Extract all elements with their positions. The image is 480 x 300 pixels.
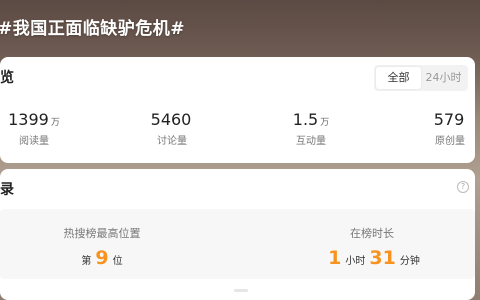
stat-value: 1.5 xyxy=(292,110,319,129)
stat-label: 互动量 xyxy=(296,136,326,147)
stat-discussion-count: 5460 讨论量 xyxy=(146,110,198,147)
overview-card: 览 全部 24小时 1399 万 阅读量 5460 讨论量 1.5 万 互动量 57… xyxy=(0,57,475,163)
stat-original-count: 579 原创量 xyxy=(430,110,470,147)
duration-metric: 在榜时长 1 小时 31 分钟 xyxy=(322,225,422,269)
scroll-indicator xyxy=(234,289,248,292)
hashtag-title: #我国正面临缺驴危机# xyxy=(0,19,185,39)
rank-value: 9 xyxy=(95,247,109,269)
stat-interaction-count: 1.5 万 互动量 xyxy=(290,110,332,147)
duration-hours-unit: 小时 xyxy=(345,256,366,267)
tab-all[interactable]: 全部 xyxy=(376,67,421,89)
duration-hours: 1 xyxy=(328,247,342,269)
rank-prefix: 第 xyxy=(81,256,92,267)
stat-label: 讨论量 xyxy=(157,136,187,147)
stat-value: 1399 xyxy=(8,110,49,129)
record-card: 录 ? 热搜榜最高位置 第9位 在榜时长 1 小时 31 分钟 xyxy=(0,169,475,300)
duration-minutes: 31 xyxy=(369,247,396,269)
stat-label: 阅读量 xyxy=(19,136,49,147)
stat-unit: 万 xyxy=(50,118,60,128)
stat-value: 579 xyxy=(433,110,465,129)
stats-row: 1399 万 阅读量 5460 讨论量 1.5 万 互动量 579 原创量 xyxy=(0,110,475,147)
stat-label: 原创量 xyxy=(435,136,465,147)
rank-suffix: 位 xyxy=(112,256,123,267)
overview-card-title: 览 xyxy=(0,70,14,86)
stat-unit: 万 xyxy=(320,118,330,128)
tab-24h[interactable]: 24小时 xyxy=(421,67,466,89)
stat-value: 5460 xyxy=(150,110,192,129)
duration-label: 在榜时长 xyxy=(350,227,394,240)
stat-read-count: 1399 万 阅读量 xyxy=(6,110,62,147)
highest-rank-metric: 热搜榜最高位置 第9位 xyxy=(52,225,152,269)
record-card-title: 录 xyxy=(0,182,14,198)
duration-minutes-unit: 分钟 xyxy=(399,256,420,267)
rank-panel: 热搜榜最高位置 第9位 在榜时长 1 小时 31 分钟 xyxy=(0,209,475,279)
time-range-tabs: 全部 24小时 xyxy=(374,65,468,91)
help-icon[interactable]: ? xyxy=(457,181,469,193)
highest-rank-label: 热搜榜最高位置 xyxy=(63,227,141,240)
